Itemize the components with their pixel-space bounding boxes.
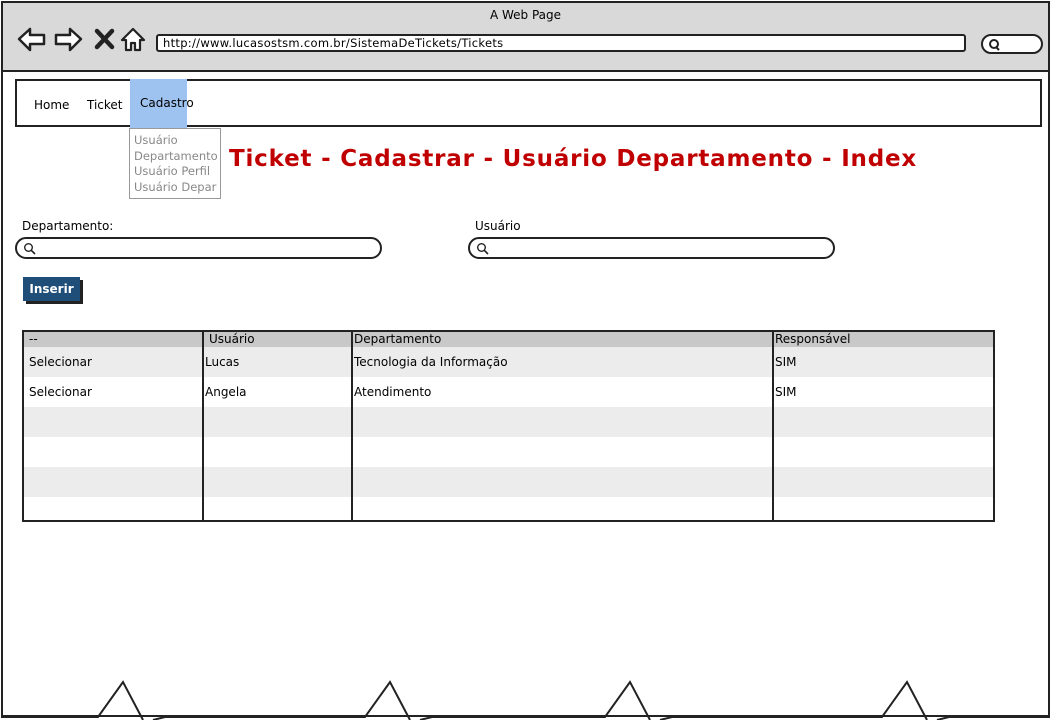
dropdown-item-departamento[interactable]: Departamento <box>134 149 220 165</box>
dropdown-item-usuario-departamento[interactable]: Usuário Depar <box>134 180 220 196</box>
table-row-empty <box>24 467 993 497</box>
usuario-label: Usuário <box>475 219 521 233</box>
column-header-departamento: Departamento <box>354 332 442 346</box>
torn-page-edge <box>0 680 1053 720</box>
usuario-search-input[interactable] <box>468 237 835 259</box>
search-icon <box>24 243 36 255</box>
page-title: Ticket - Cadastrar - Usuário Departament… <box>229 146 918 172</box>
departamento-search-input[interactable] <box>15 237 382 259</box>
home-icon[interactable] <box>119 26 147 54</box>
column-header-responsavel: Responsável <box>775 332 851 346</box>
column-header-select: -- <box>29 332 38 346</box>
dropdown-item-usuario[interactable]: Usuário <box>134 133 220 149</box>
browser-chrome: A Web Page http://www.lucasostsm.com.br/… <box>1 1 1050 72</box>
select-link[interactable]: Selecionar <box>29 377 92 407</box>
usuario-cell: Angela <box>205 385 247 399</box>
search-icon <box>477 243 489 255</box>
table-row-empty <box>24 497 993 520</box>
cadastro-dropdown: Usuário Departamento Usuário Perfil Usuá… <box>129 128 221 199</box>
table-row-empty <box>24 437 993 467</box>
stop-x-icon[interactable] <box>93 26 121 54</box>
departamento-label: Departamento: <box>22 219 114 233</box>
column-divider <box>351 332 353 520</box>
search-icon <box>989 39 1000 51</box>
table-row-empty <box>24 407 993 437</box>
user-department-table: -- Usuário Departamento Responsável Sele… <box>22 330 995 522</box>
menu-bar: Home Ticket Cadastro <box>15 79 1042 129</box>
column-header-usuario: Usuário <box>209 332 255 346</box>
responsavel-cell: SIM <box>775 355 797 369</box>
menu-item-cadastro[interactable]: Cadastro <box>130 79 194 129</box>
browser-search-box[interactable] <box>981 34 1043 54</box>
insert-button[interactable]: Inserir <box>23 277 80 301</box>
column-divider <box>772 332 774 520</box>
menu-item-ticket[interactable]: Ticket <box>79 81 131 125</box>
table-header-row: -- Usuário Departamento Responsável <box>24 332 993 347</box>
dropdown-item-usuario-perfil[interactable]: Usuário Perfil <box>134 164 220 180</box>
menu-item-home[interactable]: Home <box>26 81 77 125</box>
column-divider <box>202 332 204 520</box>
forward-arrow-icon[interactable] <box>53 26 83 54</box>
departamento-cell: Atendimento <box>354 385 432 399</box>
table-row: Selecionar Angela Atendimento SIM <box>24 377 993 407</box>
usuario-cell: Lucas <box>205 355 240 369</box>
url-bar[interactable]: http://www.lucasostsm.com.br/SistemaDeTi… <box>156 34 966 52</box>
select-link[interactable]: Selecionar <box>29 347 92 377</box>
responsavel-cell: SIM <box>775 385 797 399</box>
departamento-cell: Tecnologia da Informação <box>354 355 508 369</box>
back-arrow-icon[interactable] <box>17 26 46 54</box>
window-title: A Web Page <box>489 8 562 22</box>
table-row: Selecionar Lucas Tecnologia da Informaçã… <box>24 347 993 377</box>
